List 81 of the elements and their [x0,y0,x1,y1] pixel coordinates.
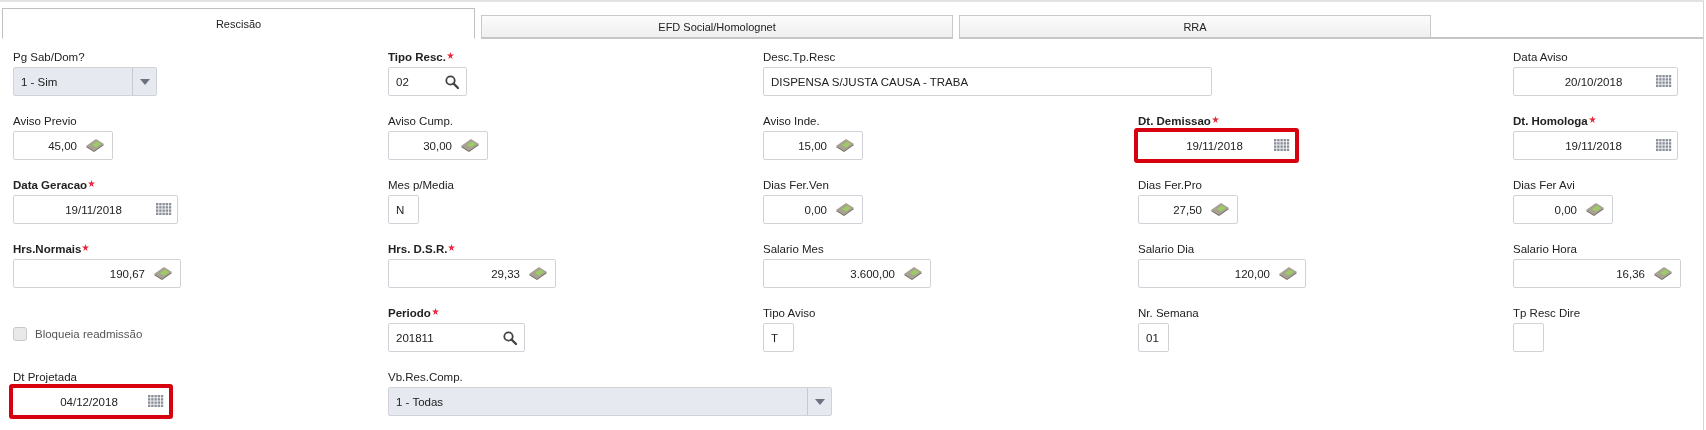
required-icon [1588,116,1596,123]
required-icon [1211,116,1219,123]
field-label: Pg Sab/Dom? [13,51,85,64]
calculator-icon[interactable] [460,138,480,153]
number-field[interactable]: 30,00 [388,131,488,160]
calculator-icon[interactable] [835,202,855,217]
field-label: Aviso Inde. [763,115,820,128]
number-field[interactable]: 45,00 [13,131,113,160]
caret-icon[interactable] [139,78,150,85]
date-field[interactable]: 04/12/2018 [9,384,173,419]
tab[interactable]: RRA [959,15,1431,39]
field-label: Salario Hora [1513,243,1577,256]
dropdown-field[interactable]: 1 - Todas [388,387,832,416]
required-icon [431,308,439,315]
field-label: Aviso Cump. [388,115,453,128]
calendar-icon[interactable] [1274,139,1290,152]
search-icon[interactable] [503,330,517,345]
calculator-icon[interactable] [1585,202,1605,217]
calendar-icon[interactable] [1656,139,1672,152]
calculator-icon[interactable] [1278,266,1298,281]
number-field[interactable]: 16,36 [1513,259,1681,288]
number-field[interactable]: 3.600,00 [763,259,931,288]
input-field[interactable] [1513,323,1544,352]
number-field[interactable]: 190,67 [13,259,181,288]
calendar-icon[interactable] [156,203,172,216]
tab[interactable]: EFD Social/Homolognet [481,15,953,39]
caret-icon[interactable] [814,398,825,405]
required-icon [446,52,454,59]
required-icon [88,180,96,187]
date-field[interactable]: 19/11/2018 [1513,131,1678,160]
field-label: Salario Dia [1138,243,1195,256]
field-label: Dias Fer Avi [1513,179,1575,192]
field-label: Dt. Homologa [1513,115,1588,128]
field-label: Data Aviso [1513,51,1568,64]
field-label: Dt. Demissao [1138,115,1211,128]
calculator-icon[interactable] [153,266,173,281]
number-field[interactable]: 27,50 [1138,195,1238,224]
field-label: Hrs.Normais [13,243,82,256]
field-label: Nr. Semana [1138,307,1199,320]
checkbox-label: Bloqueia readmissão [35,328,143,340]
field-label: Hrs. D.S.R. [388,243,448,256]
field-label: Salario Mes [763,243,824,256]
input-field[interactable]: N [388,195,419,224]
date-field[interactable]: 19/11/2018 [13,195,178,224]
calendar-icon[interactable] [148,395,164,408]
calculator-icon[interactable] [1210,202,1230,217]
field-label: Vb.Res.Comp. [388,371,463,384]
dropdown-field[interactable]: 1 - Sim [13,67,157,96]
field-label: Dt Projetada [13,371,77,384]
text-field[interactable]: DISPENSA S/JUSTA CAUSA - TRABA [763,67,1212,96]
lookup-field[interactable]: 02 [388,67,467,96]
lookup-field[interactable]: 201811 [388,323,525,352]
search-icon[interactable] [445,74,459,89]
calculator-icon[interactable] [903,266,923,281]
field-label: Dias Fer.Ven [763,179,829,192]
required-icon [82,244,90,251]
field-label: Aviso Previo [13,115,77,128]
calculator-icon[interactable] [528,266,548,281]
tab[interactable]: Rescisão [2,8,475,39]
field-label: Tipo Resc. [388,51,446,64]
number-field[interactable]: 0,00 [763,195,863,224]
field-label: Dias Fer.Pro [1138,179,1202,192]
calculator-icon[interactable] [85,138,105,153]
date-field[interactable]: 20/10/2018 [1513,67,1678,96]
calculator-icon[interactable] [1653,266,1673,281]
number-field[interactable]: 0,00 [1513,195,1613,224]
number-field[interactable]: 29,33 [388,259,556,288]
calendar-icon[interactable] [1656,75,1672,88]
input-field[interactable]: 01 [1138,323,1169,352]
field-label: Data Geracao [13,179,88,192]
number-field[interactable]: 15,00 [763,131,863,160]
field-label: Tp Resc Dire [1513,307,1581,320]
field-label: Tipo Aviso [763,307,816,320]
field-label: Desc.Tp.Resc [763,51,836,64]
calculator-icon[interactable] [835,138,855,153]
field-label: Periodo [388,307,431,320]
date-field[interactable]: 19/11/2018 [1134,128,1299,163]
required-icon [448,244,456,251]
input-field[interactable]: T [763,323,794,352]
field-label: Mes p/Media [388,179,454,192]
number-field[interactable]: 120,00 [1138,259,1306,288]
